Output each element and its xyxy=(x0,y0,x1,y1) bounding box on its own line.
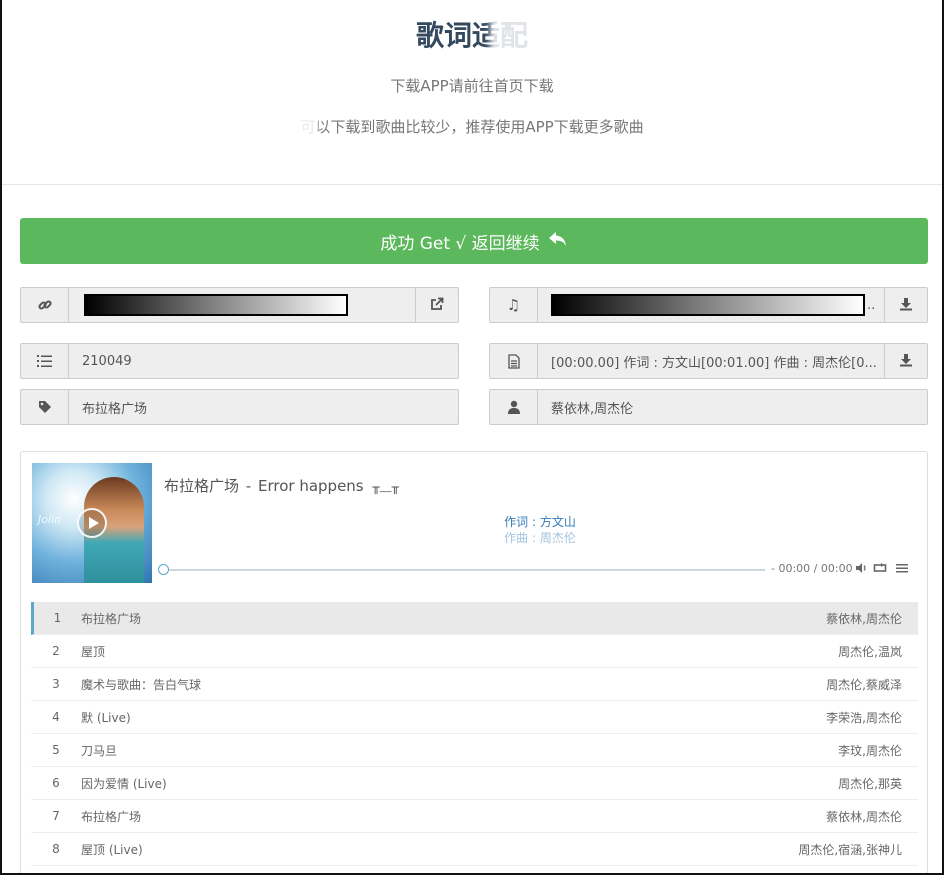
list-item-number: 5 xyxy=(52,743,60,757)
list-item[interactable]: 7 布拉格广场 蔡依林,周杰伦 xyxy=(31,800,918,833)
progress-bar[interactable] xyxy=(158,564,765,575)
list-item-number: 6 xyxy=(52,776,60,790)
link-icon xyxy=(21,288,69,322)
list-item-number: 3 xyxy=(52,677,60,691)
song-id-value[interactable]: 210049 xyxy=(69,344,458,378)
page-title: 歌词适配 xyxy=(415,19,528,52)
external-link-icon xyxy=(430,296,444,315)
success-return-button[interactable]: 成功 Get √ 返回继续 xyxy=(20,218,928,264)
song-id-field: 210049 xyxy=(20,343,459,379)
list-item-artist: 周杰伦,温岚 xyxy=(838,644,902,659)
list-item[interactable]: 3 魔术与歌曲：告白气球 周杰伦,蔡威泽 xyxy=(31,668,918,701)
artist-value[interactable]: 蔡依林,周杰伦 xyxy=(538,390,927,424)
music-player: Jolin 布拉格广场 - Error happens ╥﹏╥ 作词 : 方文山… xyxy=(20,451,928,875)
list-item-title: 刀马旦 xyxy=(81,743,118,758)
lyric-line-next: 作曲 : 周杰伦 xyxy=(504,531,576,545)
list-item-title: 因为爱情 (Live) xyxy=(81,776,167,791)
list-item-title: 布拉格广场 xyxy=(81,611,142,626)
list-item-title: 屋顶 xyxy=(81,644,106,659)
list-item-title: 屋顶 (Live) xyxy=(81,842,143,857)
music-url-field: ♫ .. xyxy=(489,287,928,323)
blur-overlay xyxy=(490,14,590,58)
tag-icon xyxy=(21,390,69,424)
truncate-ellipsis: .. xyxy=(867,297,876,313)
song-name-value[interactable]: 布拉格广场 xyxy=(69,390,458,424)
list-item[interactable]: 6 因为爱情 (Live) 周杰伦,那英 xyxy=(31,767,918,800)
redacted-music-url xyxy=(551,294,865,316)
list-item-artist: 周杰伦,蔡威泽 xyxy=(826,677,902,692)
album-cover-art-text: Jolin xyxy=(38,513,62,526)
loop-icon[interactable] xyxy=(873,562,887,577)
list-item-title: 魔术与歌曲：告白气球 xyxy=(81,677,202,692)
volume-icon[interactable] xyxy=(855,562,867,577)
list-item[interactable]: 5 刀马旦 李玟,周杰伦 xyxy=(31,734,918,767)
song-status-emote: ╥﹏╥ xyxy=(372,480,399,494)
lyrics-value[interactable]: [00:00.00] 作词 : 方文山[00:01.00] 作曲 : 周杰伦[0… xyxy=(538,344,884,378)
play-button[interactable] xyxy=(77,508,107,538)
music-download-button[interactable] xyxy=(884,288,927,322)
song-title: 布拉格广场 - Error happens ╥﹏╥ xyxy=(164,475,399,496)
song-title-name: 布拉格广场 xyxy=(164,477,240,495)
success-return-label: 成功 Get √ 返回继续 xyxy=(380,233,540,254)
song-name-field: 布拉格广场 xyxy=(20,389,459,425)
link-field xyxy=(20,287,459,323)
song-title-separator: - xyxy=(245,477,252,495)
list-item-artist: 周杰伦,宿涵,张神儿 xyxy=(798,842,902,857)
list-item-title: 布拉格广场 xyxy=(81,809,142,824)
redacted-link xyxy=(84,294,348,316)
list-item-artist: 周杰伦,那英 xyxy=(838,776,902,791)
progress-thumb[interactable] xyxy=(158,564,169,575)
list-item-artist: 李玟,周杰伦 xyxy=(838,743,902,758)
notice-text: 可以下载到歌曲比较少，推荐使用APP下载更多歌曲 xyxy=(300,118,644,136)
music-icon: ♫ xyxy=(490,288,538,322)
download-icon xyxy=(899,352,913,371)
list-item[interactable]: 2 屋顶 周杰伦,温岚 xyxy=(31,635,918,668)
song-status: Error happens xyxy=(258,477,364,495)
list-item-artist: 蔡依林,周杰伦 xyxy=(826,809,902,824)
page-header: 歌词适配 下载APP请前往首页下载 可以下载到歌曲比较少，推荐使用APP下载更多… xyxy=(0,0,944,185)
list-item-number: 1 xyxy=(53,611,62,625)
file-text-icon xyxy=(490,344,538,378)
list-item-artist: 李荣浩,周杰伦 xyxy=(826,710,902,725)
album-cover: Jolin xyxy=(32,463,152,583)
list-item-number: 7 xyxy=(52,809,60,823)
list-icon xyxy=(21,344,69,378)
lyrics-field: [00:00.00] 作词 : 方文山[00:01.00] 作曲 : 周杰伦[0… xyxy=(489,343,928,379)
download-icon xyxy=(899,296,913,315)
list-item[interactable]: 4 默 (Live) 李荣浩,周杰伦 xyxy=(31,701,918,734)
page-subtitle-notice: 可以下载到歌曲比较少，推荐使用APP下载更多歌曲 xyxy=(0,116,944,137)
music-url-value[interactable]: .. xyxy=(538,288,884,322)
list-item[interactable]: 1 布拉格广场 蔡依林,周杰伦 xyxy=(31,602,918,635)
list-item-number: 2 xyxy=(52,644,60,658)
page-subtitle-download: 下载APP请前往首页下载 xyxy=(390,77,554,95)
playlist-menu-icon[interactable] xyxy=(896,562,908,577)
time-display: - 00:00 / 00:00 xyxy=(771,562,853,575)
lyric-line-current: 作词 : 方文山 xyxy=(504,515,576,529)
lyrics-download-button[interactable] xyxy=(884,344,927,378)
list-item-number: 8 xyxy=(52,842,60,856)
link-value[interactable] xyxy=(69,288,415,322)
list-item-artist: 蔡依林,周杰伦 xyxy=(826,611,902,626)
list-item-title: 默 (Live) xyxy=(81,710,131,725)
playlist: 1 布拉格广场 蔡依林,周杰伦 2 屋顶 周杰伦,温岚 3 魔术与歌曲：告白气球… xyxy=(31,602,918,866)
external-link-button[interactable] xyxy=(415,288,458,322)
reply-icon xyxy=(548,231,568,252)
user-icon xyxy=(490,390,538,424)
list-item[interactable]: 8 屋顶 (Live) 周杰伦,宿涵,张神儿 xyxy=(31,833,918,866)
list-item-number: 4 xyxy=(52,710,60,724)
artist-field: 蔡依林,周杰伦 xyxy=(489,389,928,425)
blur-overlay xyxy=(258,112,318,138)
